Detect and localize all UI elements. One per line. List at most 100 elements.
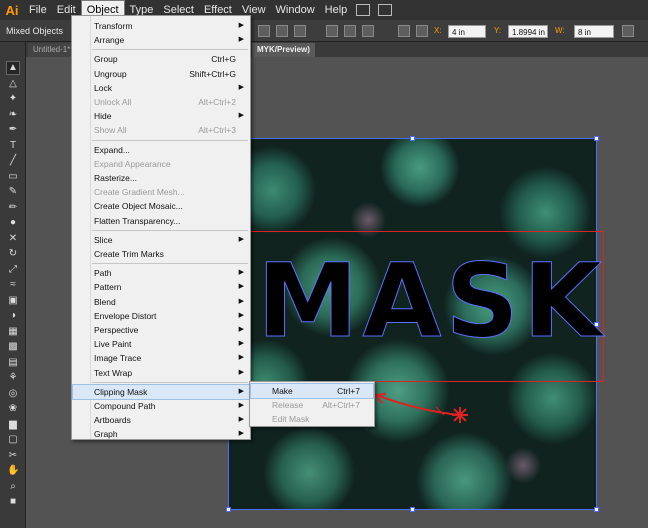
menu-help[interactable]: Help bbox=[320, 0, 353, 20]
distribute-icon[interactable] bbox=[326, 25, 338, 37]
menu-item-lock[interactable]: Lock ▶ bbox=[73, 81, 249, 95]
mask-text[interactable]: MASK bbox=[257, 246, 606, 357]
w-input[interactable]: 8 in bbox=[574, 25, 614, 38]
menu-item-transform[interactable]: Transform ▶ bbox=[73, 19, 249, 33]
menu-item-arrange[interactable]: Arrange ▶ bbox=[73, 33, 249, 47]
align-right-icon[interactable] bbox=[294, 25, 306, 37]
blend-tool-icon[interactable]: ◎ bbox=[7, 388, 19, 400]
column-graph-tool-icon[interactable]: ▆ bbox=[7, 419, 19, 431]
shape-builder-tool-icon[interactable]: ◑ bbox=[7, 310, 19, 322]
menu-item-image-trace[interactable]: Image Trace ▶ bbox=[73, 351, 249, 365]
zoom-tool-icon[interactable]: ⌕ bbox=[7, 481, 19, 493]
resize-handle[interactable] bbox=[226, 507, 231, 512]
resize-handle[interactable] bbox=[410, 507, 415, 512]
menu-item-rasterize[interactable]: Rasterize... bbox=[73, 171, 249, 185]
menu-file[interactable]: File bbox=[24, 0, 52, 20]
menu-item-label: Envelope Distort bbox=[94, 310, 157, 321]
transform-icon[interactable] bbox=[398, 25, 410, 37]
fill-stroke-swatch-icon[interactable]: ■ bbox=[7, 496, 19, 508]
mesh-tool-icon[interactable]: ▩ bbox=[7, 341, 19, 353]
warp-tool-icon[interactable]: ≈ bbox=[7, 279, 19, 291]
paintbrush-tool-icon[interactable]: ✎ bbox=[7, 186, 19, 198]
rotate-tool-icon[interactable]: ↻ bbox=[7, 248, 19, 260]
eraser-tool-icon[interactable]: ✕ bbox=[7, 233, 19, 245]
hand-tool-icon[interactable]: ✋ bbox=[7, 465, 19, 477]
menu-item-blend[interactable]: Blend ▶ bbox=[73, 295, 249, 309]
rectangle-tool-icon[interactable]: ▭ bbox=[7, 171, 19, 183]
link-proportions-icon[interactable] bbox=[622, 25, 634, 37]
menu-item-envelope-distort[interactable]: Envelope Distort ▶ bbox=[73, 309, 249, 323]
menu-item-release: Release Alt+Ctrl+7 bbox=[251, 398, 373, 412]
menu-item-show-all: Show All Alt+Ctrl+3 bbox=[73, 123, 249, 137]
align-center-icon[interactable] bbox=[276, 25, 288, 37]
type-tool-icon[interactable]: T bbox=[7, 140, 19, 152]
blob-brush-tool-icon[interactable]: ● bbox=[7, 217, 19, 229]
resize-handle[interactable] bbox=[594, 507, 599, 512]
menu-separator bbox=[92, 49, 248, 51]
pen-tool-icon[interactable]: ✒ bbox=[7, 124, 19, 136]
bridge-icon[interactable] bbox=[356, 4, 371, 16]
menu-item-label: Clipping Mask bbox=[94, 386, 148, 397]
menu-item-perspective[interactable]: Perspective ▶ bbox=[73, 323, 249, 337]
pencil-tool-icon[interactable]: ✏ bbox=[7, 202, 19, 214]
align-icon[interactable] bbox=[258, 25, 270, 37]
distribute-bottom-icon[interactable] bbox=[362, 25, 374, 37]
menu-item-clipping-mask[interactable]: Clipping Mask ▶ bbox=[72, 383, 250, 400]
menu-item-live-paint[interactable]: Live Paint ▶ bbox=[73, 337, 249, 351]
menu-item-expand[interactable]: Expand... bbox=[73, 143, 249, 157]
menu-item-path[interactable]: Path ▶ bbox=[73, 266, 249, 280]
scale-tool-icon[interactable]: ⤢ bbox=[7, 264, 19, 276]
menu-item-slice[interactable]: Slice ▶ bbox=[73, 233, 249, 247]
submenu-arrow-icon: ▶ bbox=[238, 430, 244, 438]
submenu-arrow-icon: ▶ bbox=[238, 416, 244, 424]
menu-separator bbox=[92, 381, 248, 383]
resize-handle[interactable] bbox=[594, 136, 599, 141]
selection-type-label: Mixed Objects bbox=[6, 25, 64, 36]
lasso-tool-icon[interactable]: ❧ bbox=[7, 109, 19, 121]
menu-item-ungroup[interactable]: Ungroup Shift+Ctrl+G bbox=[73, 67, 249, 81]
menu-item-label: Transform bbox=[94, 21, 133, 31]
menu-item-create-trim-marks[interactable]: Create Trim Marks bbox=[73, 247, 249, 261]
menu-item-compound-path[interactable]: Compound Path ▶ bbox=[73, 399, 249, 413]
x-label: X: bbox=[434, 26, 442, 35]
resize-handle[interactable] bbox=[410, 136, 415, 141]
perspective-grid-tool-icon[interactable]: ▦ bbox=[7, 326, 19, 338]
free-transform-tool-icon[interactable]: ▣ bbox=[7, 295, 19, 307]
menu-item-artboards[interactable]: Artboards ▶ bbox=[73, 413, 249, 427]
menu-item-shortcut: Ctrl+7 bbox=[337, 386, 360, 396]
y-label: Y: bbox=[494, 26, 502, 35]
slice-tool-icon[interactable]: ✂ bbox=[7, 450, 19, 462]
x-input[interactable]: 4 in bbox=[448, 25, 486, 38]
direct-selection-tool-icon[interactable]: △ bbox=[7, 78, 19, 90]
distribute-middle-icon[interactable] bbox=[344, 25, 356, 37]
artboard-tool-icon[interactable]: ▢ bbox=[7, 434, 19, 446]
menu-item-make[interactable]: Make Ctrl+7 bbox=[250, 383, 374, 399]
y-input[interactable]: 1.8994 in bbox=[508, 25, 548, 38]
submenu-arrow-icon: ▶ bbox=[238, 112, 244, 120]
magic-wand-tool-icon[interactable]: ✦ bbox=[7, 93, 19, 105]
reference-point-icon[interactable] bbox=[416, 25, 428, 37]
menu-item-group[interactable]: Group Ctrl+G bbox=[73, 52, 249, 66]
line-tool-icon[interactable]: ╱ bbox=[7, 155, 19, 167]
tab-untitled-1[interactable]: Untitled-1* bbox=[28, 43, 76, 57]
submenu-arrow-icon: ▶ bbox=[238, 283, 244, 291]
submenu-arrow-icon: ▶ bbox=[238, 402, 244, 409]
submenu-arrow-icon: ▶ bbox=[238, 22, 244, 29]
menu-item-label: Create Object Mosaic... bbox=[94, 201, 183, 212]
tab-active-document[interactable]: MYK/Preview) bbox=[252, 43, 315, 57]
menu-item-text-wrap[interactable]: Text Wrap ▶ bbox=[73, 366, 249, 380]
menu-item-flatten-transparency[interactable]: Flatten Transparency... bbox=[73, 214, 249, 228]
gradient-tool-icon[interactable]: ▤ bbox=[7, 357, 19, 369]
menu-item-hide[interactable]: Hide ▶ bbox=[73, 109, 249, 123]
selection-tool-icon[interactable]: ▲ bbox=[6, 61, 20, 75]
menu-window[interactable]: Window bbox=[271, 0, 320, 20]
eyedropper-tool-icon[interactable]: ⚘ bbox=[7, 372, 19, 384]
menu-item-label: Blend bbox=[94, 296, 116, 307]
symbol-sprayer-tool-icon[interactable]: ❀ bbox=[7, 403, 19, 415]
menu-item-pattern[interactable]: Pattern ▶ bbox=[73, 280, 249, 294]
menu-item-label: Show All bbox=[94, 125, 127, 136]
menu-item-graph[interactable]: Graph ▶ bbox=[73, 427, 249, 441]
menu-item-label: Live Paint bbox=[94, 339, 132, 350]
workspace-switcher-icon[interactable] bbox=[378, 4, 393, 16]
menu-item-create-object-mosaic[interactable]: Create Object Mosaic... bbox=[73, 199, 249, 213]
